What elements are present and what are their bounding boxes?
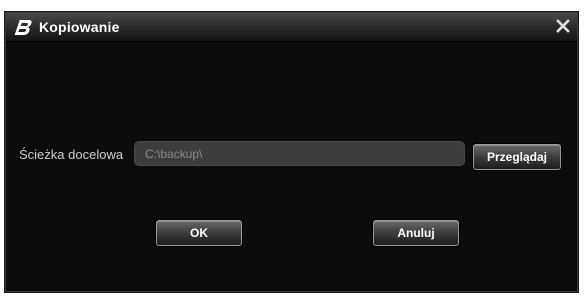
window-title: Kopiowanie — [39, 19, 120, 35]
close-icon[interactable] — [555, 18, 571, 34]
title-bar[interactable]: Kopiowanie — [6, 13, 577, 42]
cancel-button[interactable]: Anuluj — [373, 220, 459, 246]
browse-button[interactable]: Przeglądaj — [473, 144, 561, 170]
destination-path-label: Ścieżka docelowa — [19, 147, 124, 162]
app-logo-icon — [13, 18, 33, 36]
copy-dialog: Kopiowanie Ścieżka docelowa Przeglądaj O… — [5, 12, 578, 292]
destination-path-input[interactable] — [134, 141, 465, 166]
ok-button[interactable]: OK — [156, 220, 242, 246]
